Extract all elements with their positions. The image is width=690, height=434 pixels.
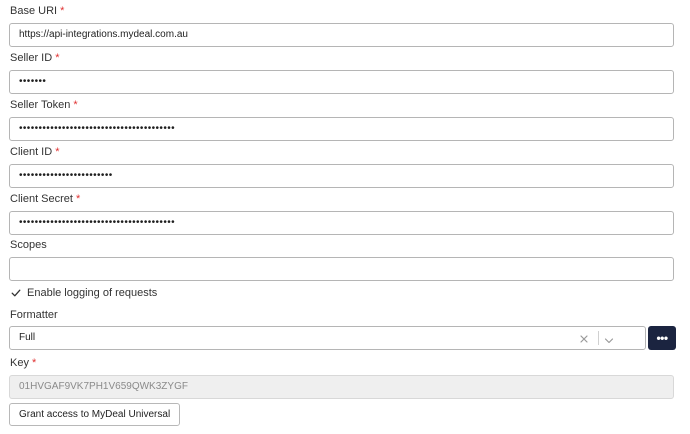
scopes-label: Scopes: [10, 239, 47, 251]
required-marker: *: [31, 357, 37, 369]
base-uri-input[interactable]: https://api-integrations.mydeal.com.au: [9, 23, 674, 47]
formatter-selected-value: Full: [19, 332, 36, 343]
client-id-input[interactable]: ••••••••••••••••••••••••: [9, 164, 674, 188]
seller-token-input[interactable]: ••••••••••••••••••••••••••••••••••••••••: [9, 117, 674, 141]
base-uri-label: Base URI *: [10, 4, 64, 18]
required-marker: *: [55, 146, 60, 158]
checkmark-icon: [11, 289, 21, 297]
key-input: 01HVGAF9VK7PH1V659QWK3ZYGF: [9, 375, 674, 399]
client-id-label-text: Client ID: [10, 146, 53, 158]
formatter-label: Formatter: [10, 309, 58, 321]
seller-id-label: Seller ID *: [10, 51, 59, 65]
key-label-text: Key: [10, 357, 29, 369]
formatter-select[interactable]: Full: [9, 326, 646, 350]
required-marker: *: [75, 193, 81, 205]
grant-access-button[interactable]: Grant access to MyDeal Universal: [9, 403, 181, 426]
required-marker: *: [73, 99, 78, 111]
chevron-down-icon[interactable]: [603, 333, 615, 344]
seller-id-label-text: Seller ID: [10, 52, 53, 64]
close-icon[interactable]: [578, 332, 590, 344]
client-secret-label-text: Client Secret: [10, 193, 73, 205]
seller-token-label-text: Seller Token: [10, 99, 71, 111]
client-id-label: Client ID *: [10, 145, 59, 159]
more-dots-icon: •••: [656, 331, 668, 345]
seller-token-label: Seller Token *: [10, 98, 78, 112]
required-marker: *: [55, 52, 60, 64]
base-uri-label-text: Base URI: [10, 5, 58, 17]
client-secret-label: Client Secret *: [10, 192, 80, 206]
client-secret-input[interactable]: ••••••••••••••••••••••••••••••••••••••••: [9, 211, 674, 235]
required-marker: *: [60, 5, 65, 17]
formatter-more-button[interactable]: •••: [648, 326, 676, 350]
integration-settings-form: Base URI * https://api-integrations.mydea…: [0, 0, 690, 434]
select-divider: [598, 331, 599, 345]
enable-logging-row[interactable]: Enable logging of requests: [11, 286, 157, 300]
key-label: Key *: [10, 356, 36, 370]
scopes-input[interactable]: [9, 257, 674, 281]
enable-logging-label: Enable logging of requests: [27, 287, 158, 299]
seller-id-input[interactable]: •••••••: [9, 70, 674, 94]
enable-logging-checkbox[interactable]: [11, 288, 21, 298]
